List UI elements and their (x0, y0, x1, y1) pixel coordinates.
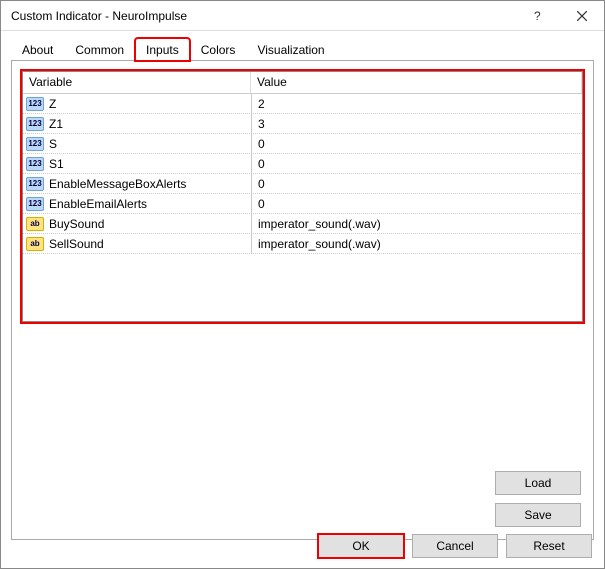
header-variable[interactable]: Variable (23, 72, 251, 93)
variable-name: S (47, 137, 251, 151)
variable-name: EnableMessageBoxAlerts (47, 177, 251, 191)
svg-text:?: ? (534, 9, 541, 23)
tab-common[interactable]: Common (64, 38, 135, 61)
side-buttons: Load Save (495, 471, 581, 527)
variable-value[interactable]: 3 (251, 114, 582, 133)
dialog-window: Custom Indicator - NeuroImpulse ? About … (0, 0, 605, 569)
tab-content: Variable Value 123Z2123Z13123S0123S10123… (11, 60, 594, 540)
tab-inputs[interactable]: Inputs (135, 38, 190, 61)
table-row[interactable]: 123S0 (23, 134, 582, 154)
table-row[interactable]: 123EnableMessageBoxAlerts0 (23, 174, 582, 194)
table-row[interactable]: abBuySoundimperator_sound(.wav) (23, 214, 582, 234)
footer-buttons: OK Cancel Reset (318, 534, 592, 558)
string-type-icon: ab (26, 217, 44, 231)
cancel-button[interactable]: Cancel (412, 534, 498, 558)
table-row[interactable]: abSellSoundimperator_sound(.wav) (23, 234, 582, 254)
variable-value[interactable]: imperator_sound(.wav) (251, 214, 582, 233)
inputs-table-highlight: Variable Value 123Z2123Z13123S0123S10123… (20, 69, 585, 324)
close-button[interactable] (559, 1, 604, 31)
variable-name: Z (47, 97, 251, 111)
table-row[interactable]: 123EnableEmailAlerts0 (23, 194, 582, 214)
reset-button[interactable]: Reset (506, 534, 592, 558)
int-type-icon: 123 (26, 137, 44, 151)
variable-name: SellSound (47, 237, 251, 251)
variable-value[interactable]: 2 (251, 94, 582, 113)
variable-value[interactable]: imperator_sound(.wav) (251, 234, 582, 253)
tab-visualization[interactable]: Visualization (246, 38, 335, 61)
table-row[interactable]: 123Z2 (23, 94, 582, 114)
grid-header: Variable Value (23, 72, 582, 94)
variable-name: Z1 (47, 117, 251, 131)
int-type-icon: 123 (26, 97, 44, 111)
titlebar: Custom Indicator - NeuroImpulse ? (1, 1, 604, 31)
variable-value[interactable]: 0 (251, 174, 582, 193)
int-type-icon: 123 (26, 117, 44, 131)
tab-colors[interactable]: Colors (190, 38, 247, 61)
variable-value[interactable]: 0 (251, 194, 582, 213)
int-type-icon: 123 (26, 177, 44, 191)
help-button[interactable]: ? (514, 1, 559, 31)
table-row[interactable]: 123S10 (23, 154, 582, 174)
variable-name: EnableEmailAlerts (47, 197, 251, 211)
load-button[interactable]: Load (495, 471, 581, 495)
variable-value[interactable]: 0 (251, 154, 582, 173)
window-title: Custom Indicator - NeuroImpulse (11, 9, 514, 23)
int-type-icon: 123 (26, 197, 44, 211)
int-type-icon: 123 (26, 157, 44, 171)
variable-name: BuySound (47, 217, 251, 231)
ok-button[interactable]: OK (318, 534, 404, 558)
tab-strip: About Common Inputs Colors Visualization (1, 31, 604, 60)
table-row[interactable]: 123Z13 (23, 114, 582, 134)
string-type-icon: ab (26, 237, 44, 251)
variable-name: S1 (47, 157, 251, 171)
variable-value[interactable]: 0 (251, 134, 582, 153)
inputs-grid[interactable]: Variable Value 123Z2123Z13123S0123S10123… (22, 71, 583, 322)
tab-about[interactable]: About (11, 38, 64, 61)
save-button[interactable]: Save (495, 503, 581, 527)
header-value[interactable]: Value (251, 72, 582, 93)
